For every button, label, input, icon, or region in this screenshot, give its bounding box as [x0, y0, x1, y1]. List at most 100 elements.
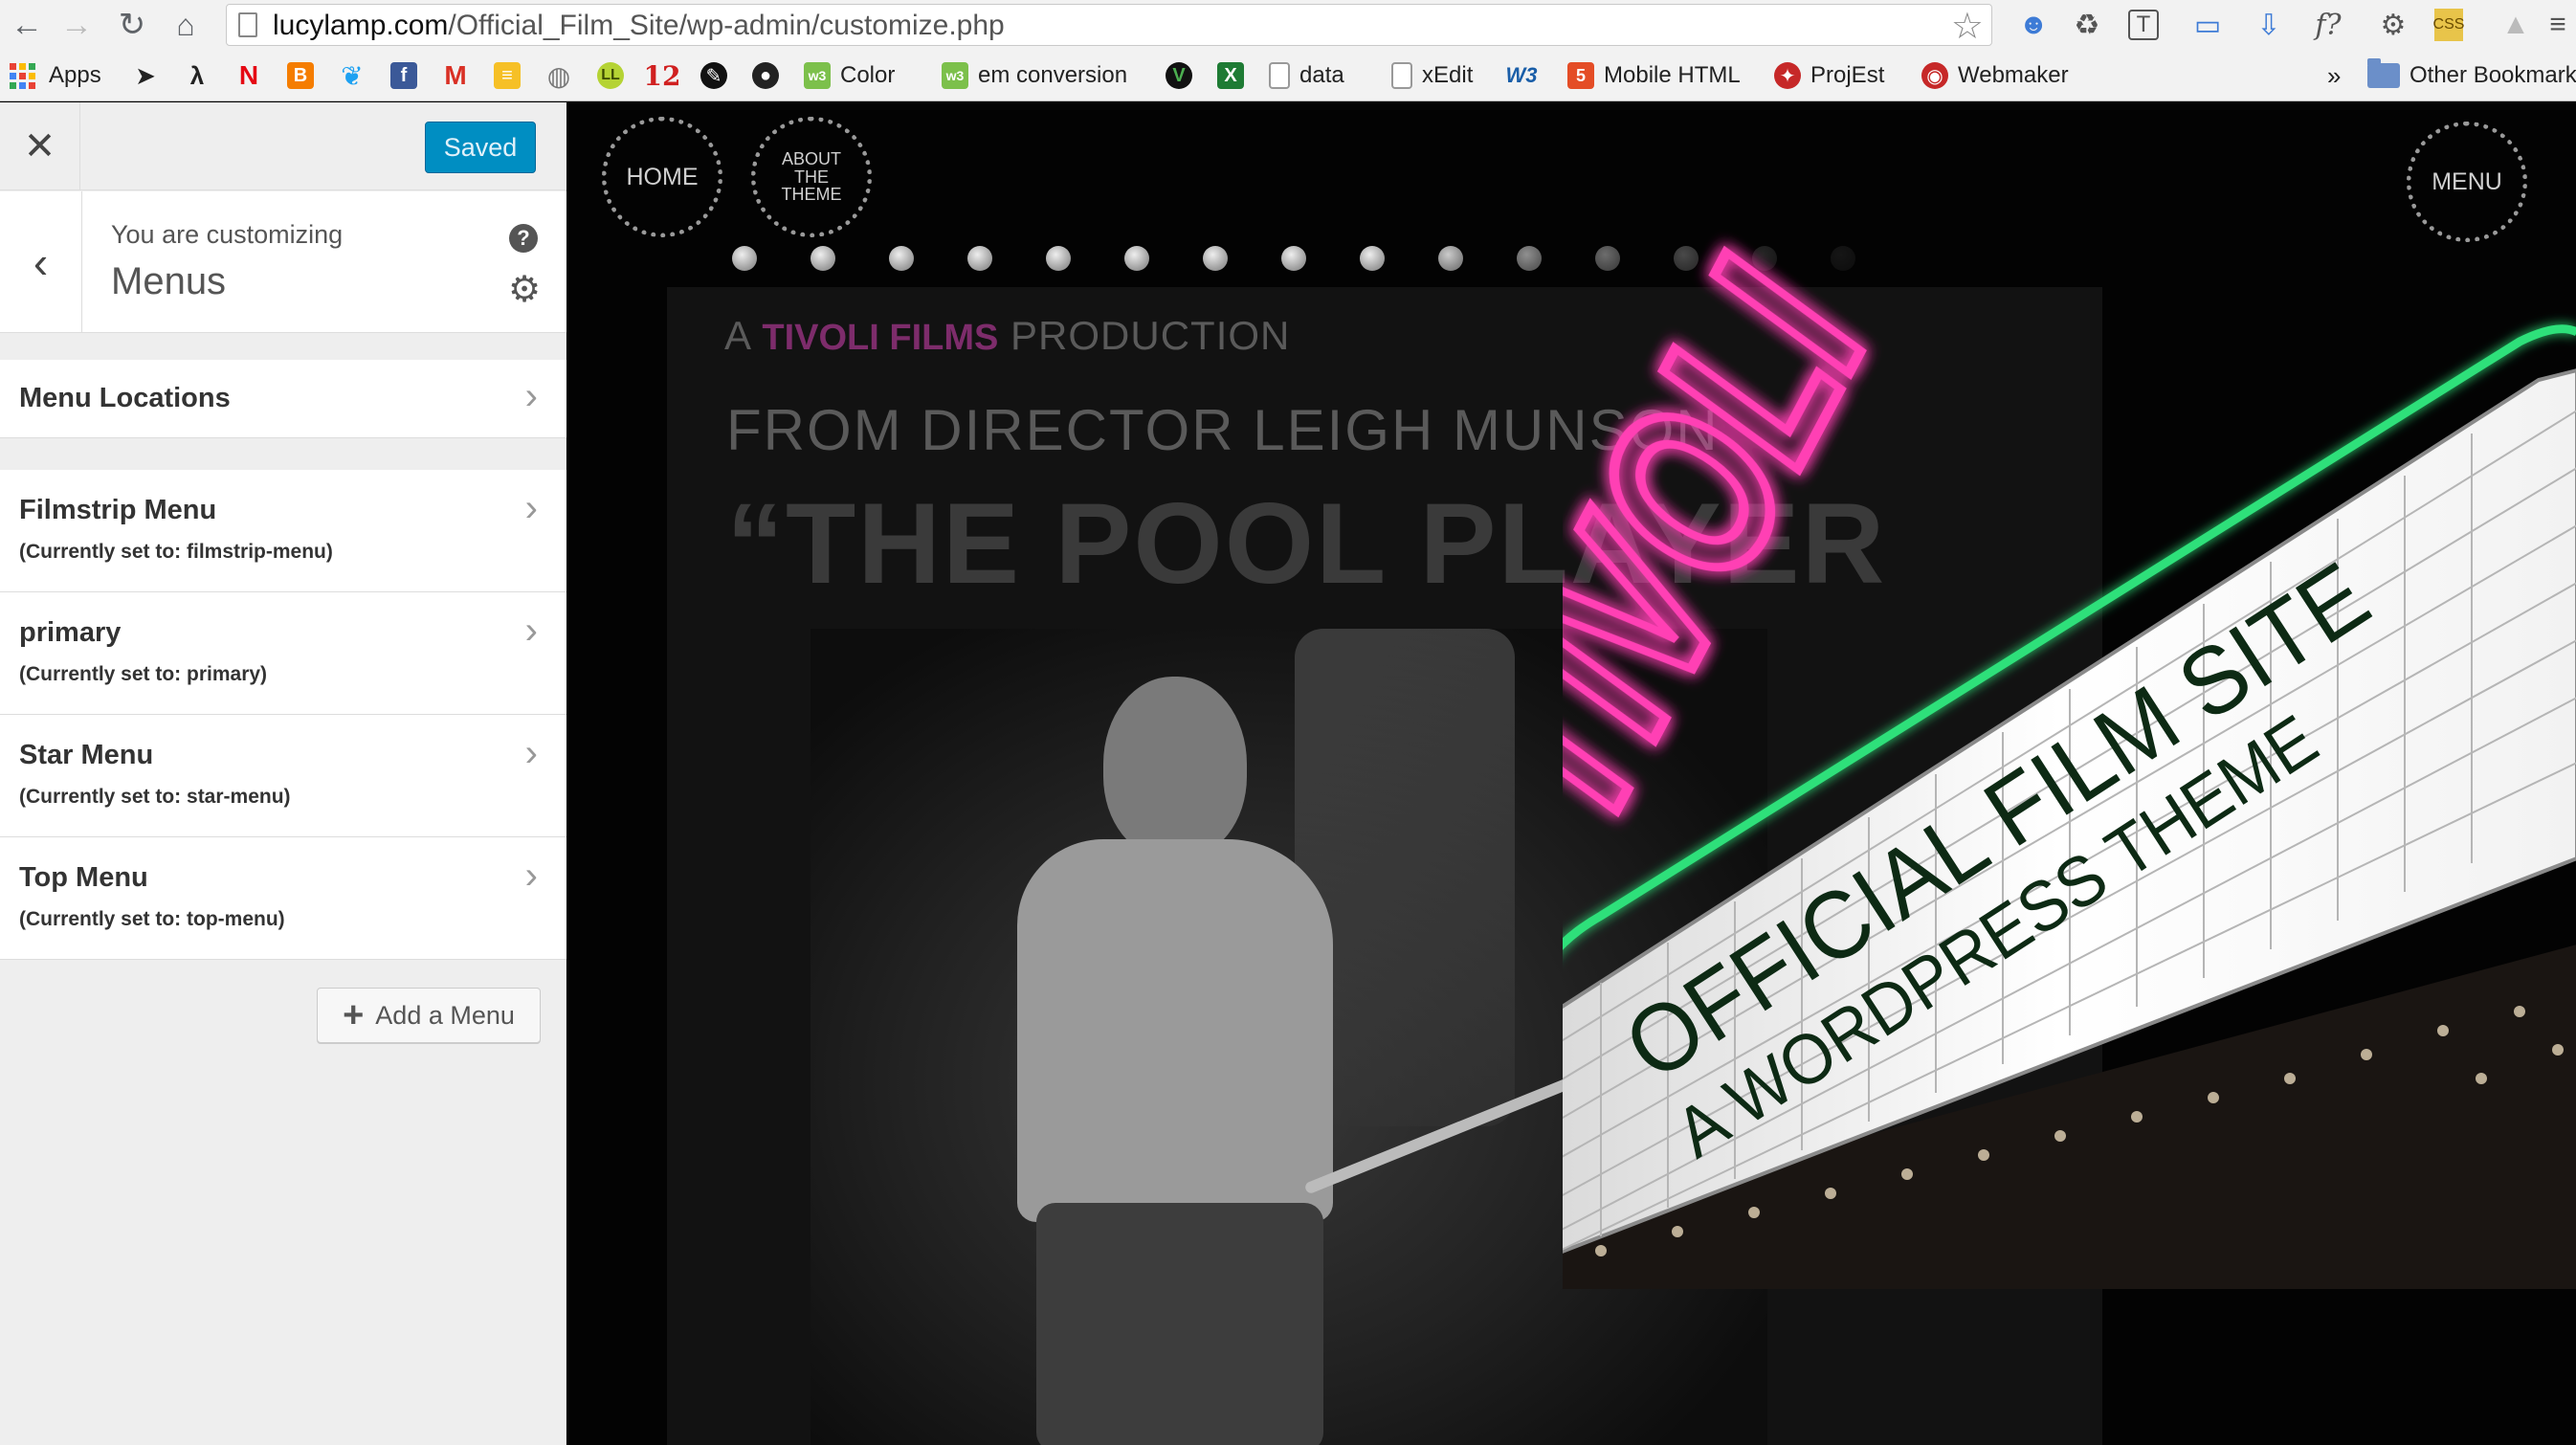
bookmark-twelve[interactable]: 12 [644, 58, 681, 93]
bookmark-em-conversion[interactable]: w3 em conversion [942, 58, 1127, 93]
home-icon[interactable]: ⌂ [167, 6, 205, 44]
site-preview: HOME ABOUT THE THEME MENU A TIVOLI FILMS… [567, 102, 2576, 1445]
blogger-icon: B [287, 62, 314, 89]
bookmark-dark[interactable]: ✎ [700, 58, 727, 93]
github-icon: ● [752, 62, 779, 89]
section-star-menu[interactable]: Star Menu (Currently set to: star-menu) … [0, 715, 566, 837]
photo-figure-head [1103, 677, 1247, 858]
filmstrip-dot[interactable] [967, 246, 992, 271]
chevron-right-icon: › [524, 487, 538, 529]
vim-icon: V [1166, 62, 1192, 89]
globe-icon: ◍ [546, 60, 571, 91]
bookmark-apps[interactable]: Apps [10, 58, 101, 93]
bookmark-twitter[interactable]: ❦ [339, 58, 366, 93]
bookmark-other-bookmarks[interactable]: Other Bookmarks [2367, 58, 2576, 93]
section-title: Star Menu [19, 740, 154, 770]
filmstrip-dot[interactable] [1046, 246, 1071, 271]
bookmark-excel[interactable]: X [1217, 58, 1244, 93]
facebook-icon: f [390, 62, 417, 89]
bookmark-facebook[interactable]: f [390, 58, 417, 93]
extension-css-icon[interactable]: CSS [2433, 9, 2464, 41]
bookmark-vim[interactable]: V [1166, 58, 1192, 93]
bookmark-netflix[interactable]: N [235, 58, 262, 93]
filmstrip-dot[interactable] [1517, 246, 1542, 271]
filmstrip-dot[interactable] [1281, 246, 1306, 271]
filmstrip-dot[interactable] [811, 246, 835, 271]
section-subtitle: (Currently set to: star-menu) [19, 786, 291, 808]
panel-header: ‹ You are customizing Menus ? ⚙ [0, 191, 566, 333]
filmstrip-dot[interactable] [1124, 246, 1149, 271]
url-path: /Official_Film_Site/wp-admin/customize.p… [448, 10, 1005, 41]
bookmark-arrow[interactable]: ➤ [132, 58, 159, 93]
production-brand: TIVOLI FILMS [762, 318, 999, 358]
production-prefix: A [724, 313, 750, 358]
w3-green-icon: w3 [942, 62, 968, 89]
url-host: lucylamp.com [273, 10, 449, 41]
about-laurel-link[interactable]: ABOUT THE THEME [751, 117, 872, 237]
section-primary[interactable]: primary (Currently set to: primary) › [0, 592, 566, 715]
extension-t-icon[interactable]: T [2128, 10, 2159, 40]
chevron-right-icon: › [524, 855, 538, 897]
bookmark-lambda[interactable]: λ [184, 58, 211, 93]
netflix-icon: N [238, 60, 259, 90]
extension-recycle-icon[interactable]: ♻ [2067, 6, 2107, 44]
bookmark-color[interactable]: w3 Color [804, 58, 895, 93]
customizing-label: You are customizing [111, 220, 344, 249]
bookmark-mobile-html[interactable]: 5 Mobile HTML [1567, 58, 1741, 93]
filmstrip-dot[interactable] [1360, 246, 1385, 271]
section-top-menu[interactable]: Top Menu (Currently set to: top-menu) › [0, 837, 566, 960]
production-suffix: PRODUCTION [1010, 313, 1291, 358]
ll-icon: LL [597, 62, 624, 89]
section-subtitle: (Currently set to: primary) [19, 663, 268, 685]
page-icon [1391, 62, 1412, 89]
bookmark-ll[interactable]: LL [597, 58, 624, 93]
filmstrip-dot[interactable] [889, 246, 914, 271]
bookmark-gmail[interactable]: M [442, 58, 469, 93]
settings-gear-icon[interactable]: ⚙ [2373, 6, 2413, 44]
address-bar[interactable]: lucylamp.com/Official_Film_Site/wp-admin… [226, 4, 1992, 48]
bookmark-label: Color [840, 62, 896, 88]
bookmark-github[interactable]: ● [752, 58, 779, 93]
bookmark-w3c[interactable]: W3 [1506, 58, 1538, 93]
add-menu-button[interactable]: + Add a Menu [317, 988, 541, 1043]
extension-ghost-icon[interactable]: ☻ [2013, 6, 2054, 44]
bookmark-blogger[interactable]: B [287, 58, 314, 93]
forward-arrow-icon[interactable]: → [57, 6, 96, 44]
url-text: lucylamp.com/Official_Film_Site/wp-admin… [273, 10, 1005, 42]
section-filmstrip-menu[interactable]: Filmstrip Menu (Currently set to: filmst… [0, 470, 566, 592]
section-title: Menu Locations [19, 383, 231, 413]
help-icon[interactable]: ? [509, 224, 538, 253]
bookmark-notes[interactable]: ≡ [494, 58, 521, 93]
bookmark-globe[interactable]: ◍ [545, 58, 572, 93]
gear-icon[interactable]: ⚙ [507, 270, 542, 310]
filmstrip-dot[interactable] [1203, 246, 1228, 271]
section-title: Top Menu [19, 862, 148, 893]
bookmark-projest[interactable]: ✦ ProjEst [1774, 58, 1884, 93]
extension-download-icon[interactable]: ⇩ [2249, 6, 2289, 44]
extension-drive-icon[interactable]: ▲ [2496, 6, 2536, 44]
folder-icon [2367, 58, 2400, 88]
customizer-header: ✕ Saved [0, 102, 566, 190]
back-arrow-icon[interactable]: ← [8, 6, 46, 44]
home-laurel-link[interactable]: HOME [602, 117, 722, 237]
back-chevron-icon[interactable]: ‹ [0, 191, 82, 333]
chrome-menu-icon[interactable]: ≡ [2538, 6, 2576, 44]
twitter-icon: ❦ [341, 60, 364, 91]
saved-button[interactable]: Saved [425, 122, 536, 173]
filmstrip-dot[interactable] [732, 246, 757, 271]
filmstrip-dot[interactable] [1438, 246, 1463, 271]
reload-icon[interactable]: ↻ [113, 6, 151, 44]
bookmark-data[interactable]: data [1269, 58, 1344, 93]
gmail-icon: M [444, 60, 467, 90]
apps-grid-icon [10, 62, 35, 89]
w3-green-icon: w3 [804, 62, 831, 89]
section-menu-locations[interactable]: Menu Locations › [0, 360, 566, 438]
extension-fx-icon[interactable]: f? [2308, 6, 2348, 44]
bookmark-webmaker[interactable]: ◉ Webmaker [1921, 58, 2069, 93]
bookmark-star-icon[interactable]: ☆ [1951, 5, 1984, 48]
plus-icon: + [343, 995, 365, 1035]
bookmarks-overflow-chevron[interactable]: » [2327, 58, 2341, 93]
bookmark-xedit[interactable]: xEdit [1391, 58, 1473, 93]
close-icon[interactable]: ✕ [0, 102, 80, 190]
extension-screen-icon[interactable]: ▭ [2187, 6, 2228, 44]
